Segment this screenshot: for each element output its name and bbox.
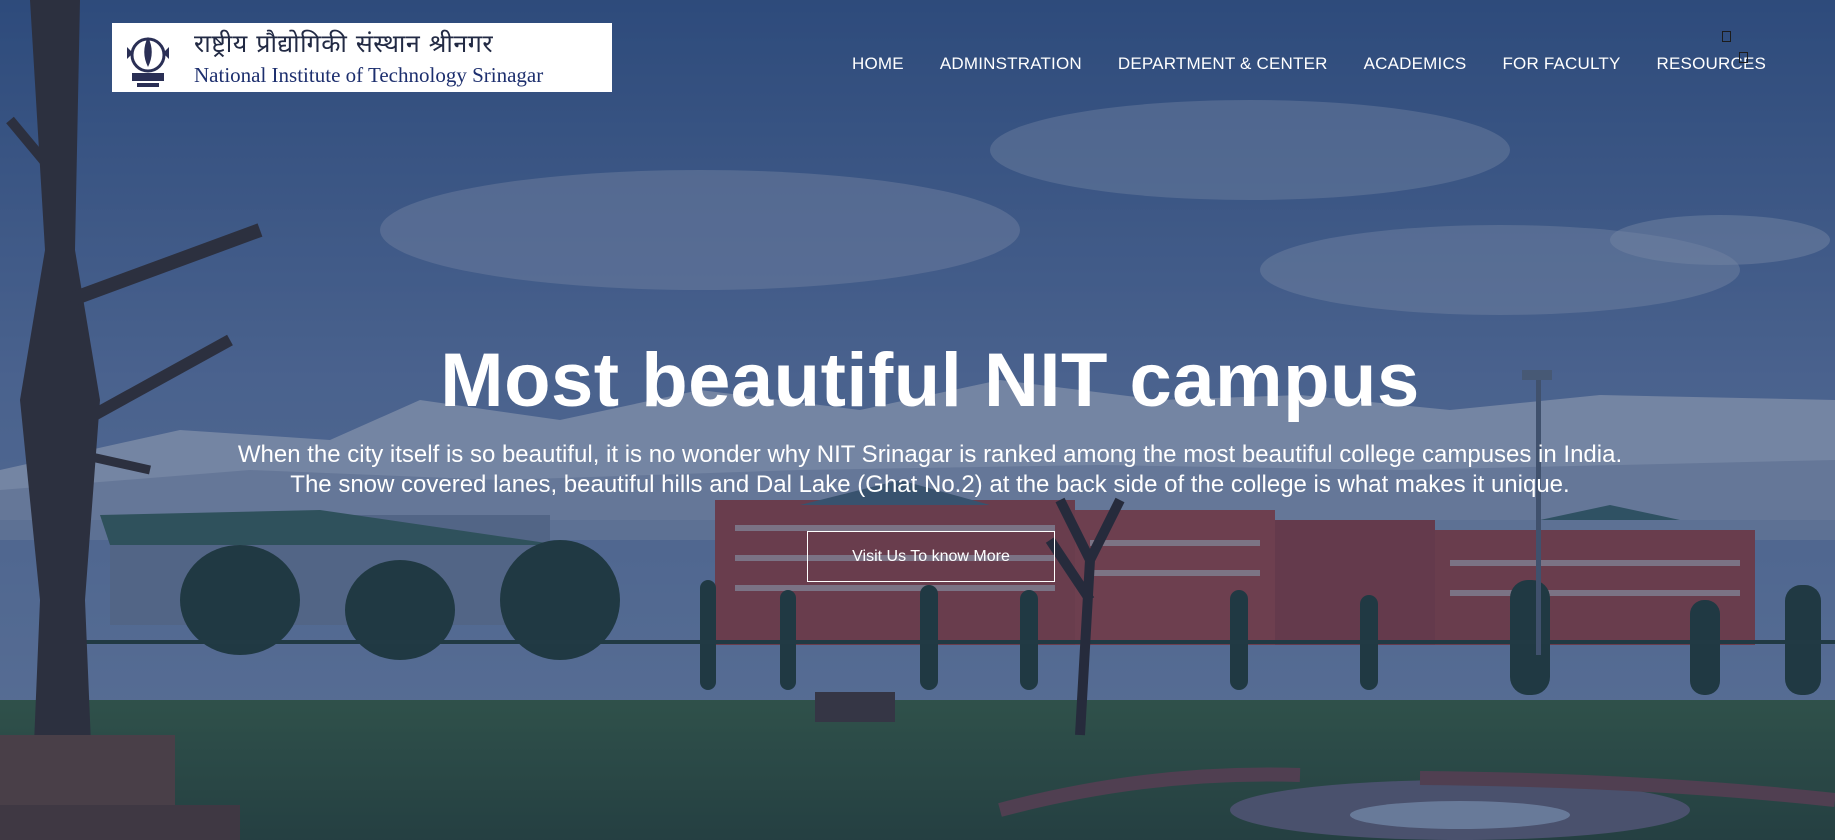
visit-us-button[interactable]: Visit Us To know More xyxy=(807,531,1055,582)
main-navigation: HOME ADMINSTRATION DEPARTMENT & CENTER A… xyxy=(852,54,1766,74)
hero-section: राष्ट्रीय प्रौद्योगिकी संस्थान श्रीनगर N… xyxy=(0,0,1835,840)
hero-subtitle: When the city itself is so beautiful, it… xyxy=(0,440,1835,500)
nav-home[interactable]: HOME xyxy=(852,54,904,74)
nav-resources[interactable]: RESOURCES xyxy=(1657,54,1767,74)
unknown-glyph-icon[interactable] xyxy=(1722,31,1731,42)
institute-logo[interactable]: राष्ट्रीय प्रौद्योगिकी संस्थान श्रीनगर N… xyxy=(112,23,612,92)
unknown-glyph-icon[interactable] xyxy=(1739,52,1748,63)
nav-for-faculty[interactable]: FOR FACULTY xyxy=(1502,54,1620,74)
nav-administration[interactable]: ADMINSTRATION xyxy=(940,54,1082,74)
nav-department-center[interactable]: DEPARTMENT & CENTER xyxy=(1118,54,1328,74)
institute-emblem-icon xyxy=(112,23,184,92)
logo-hindi-name: राष्ट्रीय प्रौद्योगिकी संस्थान श्रीनगर xyxy=(194,28,494,58)
hero-subtitle-line-2: The snow covered lanes, beautiful hills … xyxy=(290,471,1570,498)
logo-english-name: National Institute of Technology Srinaga… xyxy=(194,62,544,87)
hero-subtitle-line-1: When the city itself is so beautiful, it… xyxy=(237,441,1623,468)
nav-academics[interactable]: ACADEMICS xyxy=(1364,54,1467,74)
hero-title: Most beautiful NIT campus xyxy=(440,338,1420,423)
